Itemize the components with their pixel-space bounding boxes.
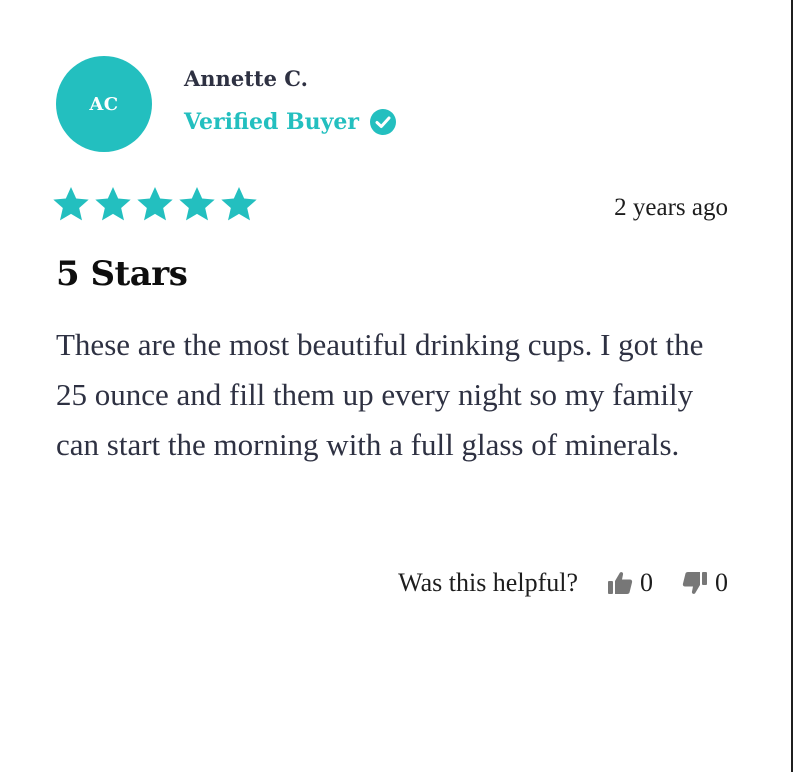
review-title: 5 Stars (56, 254, 188, 294)
star-icon (137, 187, 173, 221)
avatar-initials: AC (89, 93, 119, 115)
thumbs-up-count: 0 (640, 568, 653, 597)
reviewer-name: Annette C. (184, 66, 308, 91)
thumbs-up-icon (608, 572, 633, 594)
thumbs-up-button[interactable]: 0 (606, 568, 653, 598)
star-icon (179, 187, 215, 221)
thumbs-down-button[interactable]: 0 (681, 568, 728, 598)
panel-right-border (791, 0, 793, 772)
star-icon (221, 187, 257, 221)
thumbs-down-count: 0 (715, 568, 728, 597)
star-rating (51, 185, 259, 225)
helpful-section: Was this helpful? 0 0 (398, 568, 728, 598)
star-icon (53, 187, 89, 221)
avatar: AC (56, 56, 152, 152)
verified-buyer-badge: Verified Buyer (184, 108, 397, 136)
thumbs-down-icon (682, 572, 707, 594)
star-icon (95, 187, 131, 221)
review-body: These are the most beautiful drinking cu… (56, 327, 704, 462)
review-date: 2 years ago (614, 194, 728, 221)
check-circle-icon (370, 109, 396, 135)
helpful-label: Was this helpful? (398, 568, 578, 597)
verified-buyer-label: Verified Buyer (184, 109, 359, 135)
